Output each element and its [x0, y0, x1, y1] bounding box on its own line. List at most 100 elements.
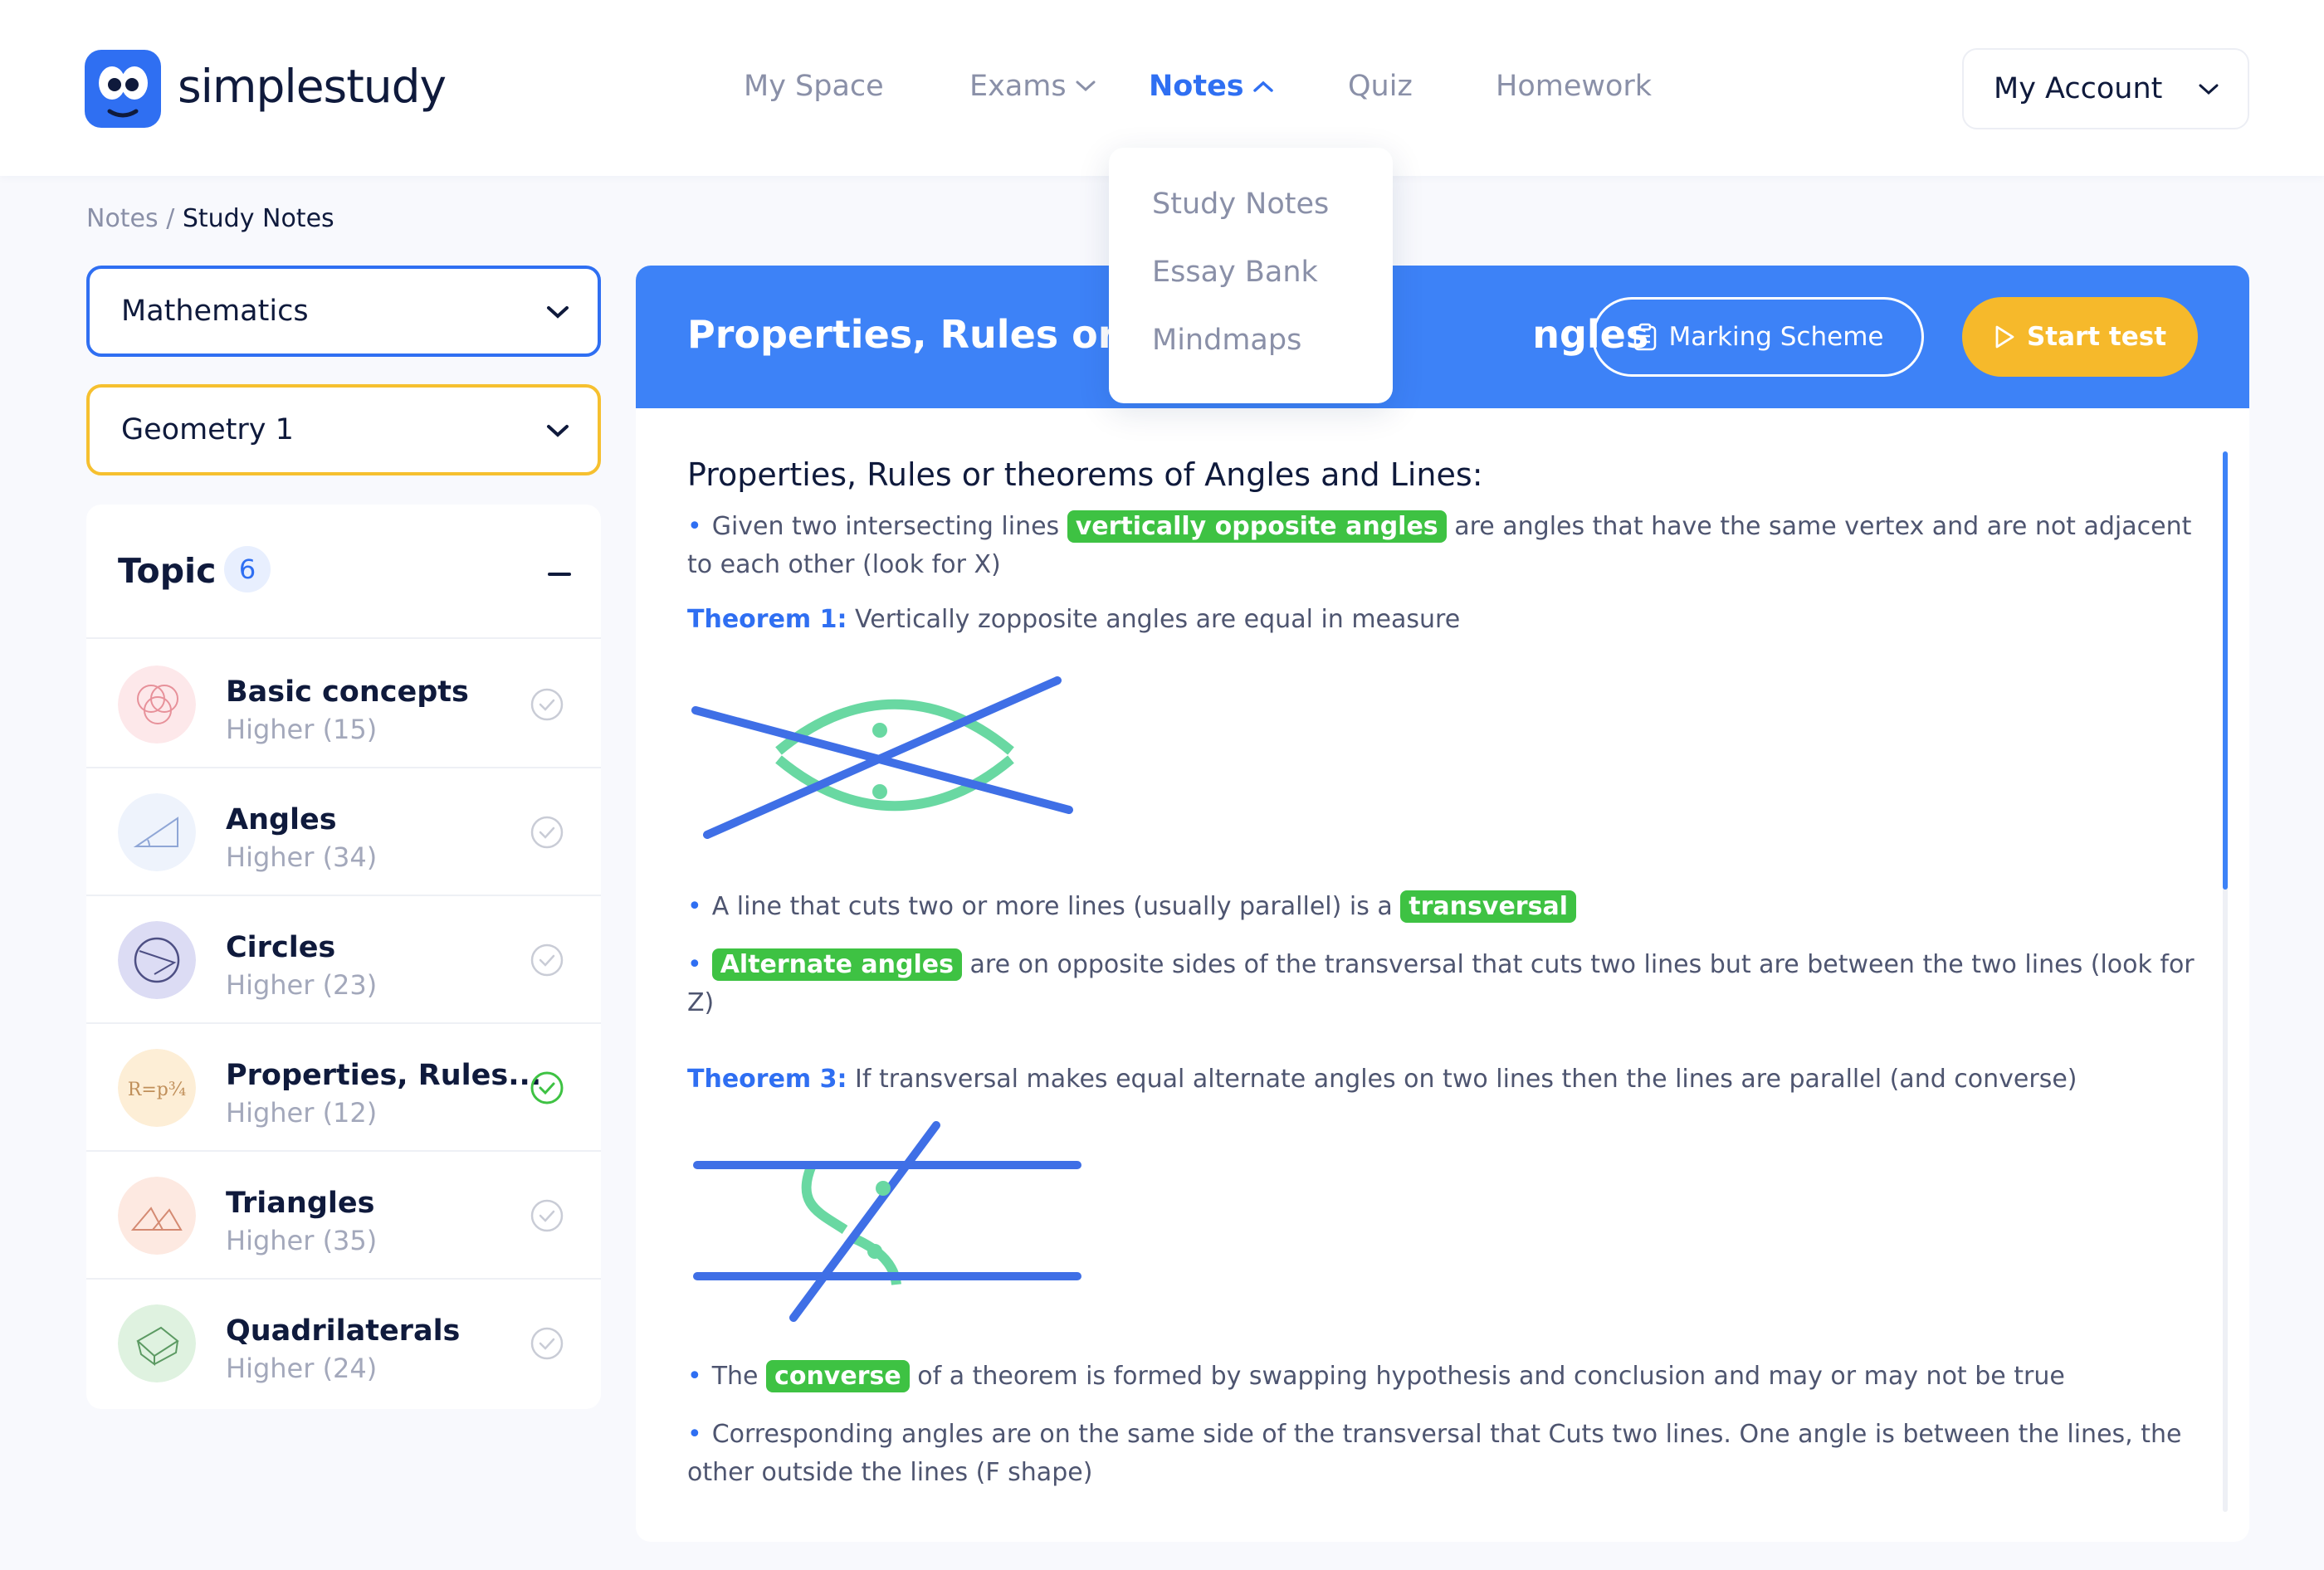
topic-item-properties-rules[interactable]: R=p¾ Properties, Rules... Higher (12)	[86, 1024, 601, 1152]
formula-icon: R=p¾	[118, 1049, 196, 1127]
nav-quiz-label: Quiz	[1348, 70, 1413, 103]
bullet-icon: •	[687, 1420, 702, 1449]
highlight-term: vertically opposite angles	[1067, 510, 1447, 543]
note-paragraph: • A line that cuts two or more lines (usu…	[687, 888, 2198, 926]
topic-name: Properties, Rules...	[226, 1059, 542, 1092]
theorem-text: If transversal makes equal alternate ang…	[855, 1065, 2077, 1094]
subject-select-value: Mathematics	[121, 295, 309, 328]
venn-icon	[118, 666, 196, 744]
check-circle-icon	[530, 816, 564, 849]
topic-level: Higher (23)	[226, 969, 378, 1001]
topic-level: Higher (34)	[226, 841, 378, 873]
check-circle-icon	[530, 688, 564, 721]
note-text: Corresponding angles are on the same sid…	[687, 1420, 2182, 1487]
cube-icon	[118, 1304, 196, 1382]
angle-icon	[118, 793, 196, 871]
vertically-opposite-angles-diagram	[691, 676, 1073, 839]
collapse-minus-icon[interactable]	[548, 573, 571, 576]
chevron-down-icon	[547, 306, 569, 319]
nav-my-space[interactable]: My Space	[744, 70, 884, 103]
start-test-label: Start test	[2026, 322, 2167, 352]
topic-name: Circles	[226, 931, 336, 964]
bullet-icon: •	[687, 512, 702, 541]
logo-text[interactable]: simplestudy	[178, 60, 447, 113]
circle-icon	[118, 921, 196, 999]
topic-select-value: Geometry 1	[121, 413, 294, 446]
my-account-label: My Account	[1994, 72, 2163, 105]
theorem-1: Theorem 1: Vertically zopposite angles a…	[687, 601, 2198, 639]
notes-card: Properties, Rules or th ngles Marking Sch…	[636, 266, 2249, 1542]
note-paragraph: • The converse of a theorem is formed by …	[687, 1358, 2198, 1396]
nav-notes[interactable]: Notes	[1149, 70, 1274, 103]
menu-item-essay-bank[interactable]: Essay Bank	[1152, 256, 1318, 289]
topic-item-triangles[interactable]: Triangles Higher (35)	[86, 1152, 601, 1280]
bullet-icon: •	[687, 892, 702, 921]
note-paragraph: • Given two intersecting lines vertically…	[687, 508, 2198, 584]
content-scrollbar-thumb[interactable]	[2223, 451, 2228, 890]
topic-level: Higher (35)	[226, 1225, 378, 1256]
play-icon	[1995, 325, 2014, 349]
notes-dropdown-menu: Study Notes Essay Bank Mindmaps	[1109, 148, 1393, 403]
banner-title-left: Properties, Rules or th	[687, 312, 1176, 357]
highlight-term: transversal	[1400, 890, 1576, 923]
nav-exams-label: Exams	[969, 70, 1067, 103]
nav-my-space-label: My Space	[744, 70, 884, 103]
theorem-text: Vertically zopposite angles are equal in…	[855, 605, 1461, 634]
topic-count-badge: 6	[224, 546, 271, 592]
triangle-icon	[118, 1177, 196, 1255]
topic-level: Higher (15)	[226, 714, 378, 745]
my-account-button[interactable]: My Account	[1962, 48, 2249, 129]
note-text: A line that cuts two or more lines (usua…	[711, 892, 1393, 921]
notes-banner: Properties, Rules or th ngles Marking Sch…	[636, 266, 2249, 408]
topic-item-angles[interactable]: Angles Higher (34)	[86, 768, 601, 896]
check-circle-icon	[530, 1327, 564, 1360]
nav-quiz[interactable]: Quiz	[1348, 70, 1413, 103]
note-paragraph: • Alternate angles are on opposite sides …	[687, 946, 2198, 1022]
nav-homework[interactable]: Homework	[1496, 70, 1652, 103]
breadcrumb: Notes / Study Notes	[86, 204, 334, 233]
topic-header: Topic 6	[86, 505, 601, 639]
nav-homework-label: Homework	[1496, 70, 1653, 103]
topic-level: Higher (12)	[226, 1097, 378, 1129]
menu-item-mindmaps[interactable]: Mindmaps	[1152, 324, 1301, 357]
marking-scheme-button[interactable]: Marking Scheme	[1592, 297, 1924, 377]
start-test-button[interactable]: Start test	[1962, 297, 2198, 377]
topic-select[interactable]: Geometry 1	[86, 384, 601, 475]
logo-icon[interactable]	[85, 50, 161, 128]
note-text: The	[711, 1362, 759, 1391]
breadcrumb-notes-link[interactable]: Notes	[86, 204, 159, 233]
topic-name: Angles	[226, 803, 337, 836]
topic-name: Quadrilaterals	[226, 1314, 461, 1348]
topic-level: Higher (24)	[226, 1353, 378, 1384]
topic-item-quadrilaterals[interactable]: Quadrilaterals Higher (24)	[86, 1280, 601, 1407]
theorem-3: Theorem 3: If transversal makes equal al…	[687, 1060, 2198, 1099]
notes-content: Properties, Rules or theorems of Angles …	[687, 456, 2198, 1492]
topic-panel: Topic 6 Basic concepts Higher (15) Angle…	[86, 505, 601, 1409]
breadcrumb-current: Study Notes	[182, 204, 334, 233]
breadcrumb-separator: /	[166, 204, 175, 233]
topic-item-basic-concepts[interactable]: Basic concepts Higher (15)	[86, 641, 601, 768]
topic-name: Basic concepts	[226, 675, 469, 709]
check-circle-icon	[530, 1071, 564, 1104]
nav-exams[interactable]: Exams	[969, 70, 1096, 103]
chevron-down-icon	[2199, 84, 2219, 95]
bullet-icon: •	[687, 1362, 702, 1391]
chevron-down-icon	[1076, 80, 1096, 92]
theorem-label: Theorem 3:	[687, 1065, 847, 1094]
highlight-term: converse	[766, 1360, 910, 1392]
subject-select[interactable]: Mathematics	[86, 266, 601, 357]
note-text: Given two intersecting lines	[711, 512, 1060, 541]
topic-item-circles[interactable]: Circles Higher (23)	[86, 896, 601, 1024]
topic-name: Triangles	[226, 1187, 375, 1220]
check-circle-icon	[530, 1199, 564, 1232]
alternate-angles-diagram	[693, 1121, 1081, 1322]
theorem-label: Theorem 1:	[687, 605, 847, 634]
menu-item-study-notes[interactable]: Study Notes	[1152, 188, 1329, 221]
check-circle-icon	[530, 943, 564, 977]
marking-scheme-label: Marking Scheme	[1668, 322, 1884, 352]
svg-text:R=p¾: R=p¾	[128, 1080, 186, 1100]
clipboard-icon	[1633, 323, 1656, 351]
note-text: of a theorem is formed by swapping hypot…	[917, 1362, 2065, 1391]
topic-title: Topic	[118, 551, 217, 591]
nav-notes-label: Notes	[1149, 70, 1244, 103]
